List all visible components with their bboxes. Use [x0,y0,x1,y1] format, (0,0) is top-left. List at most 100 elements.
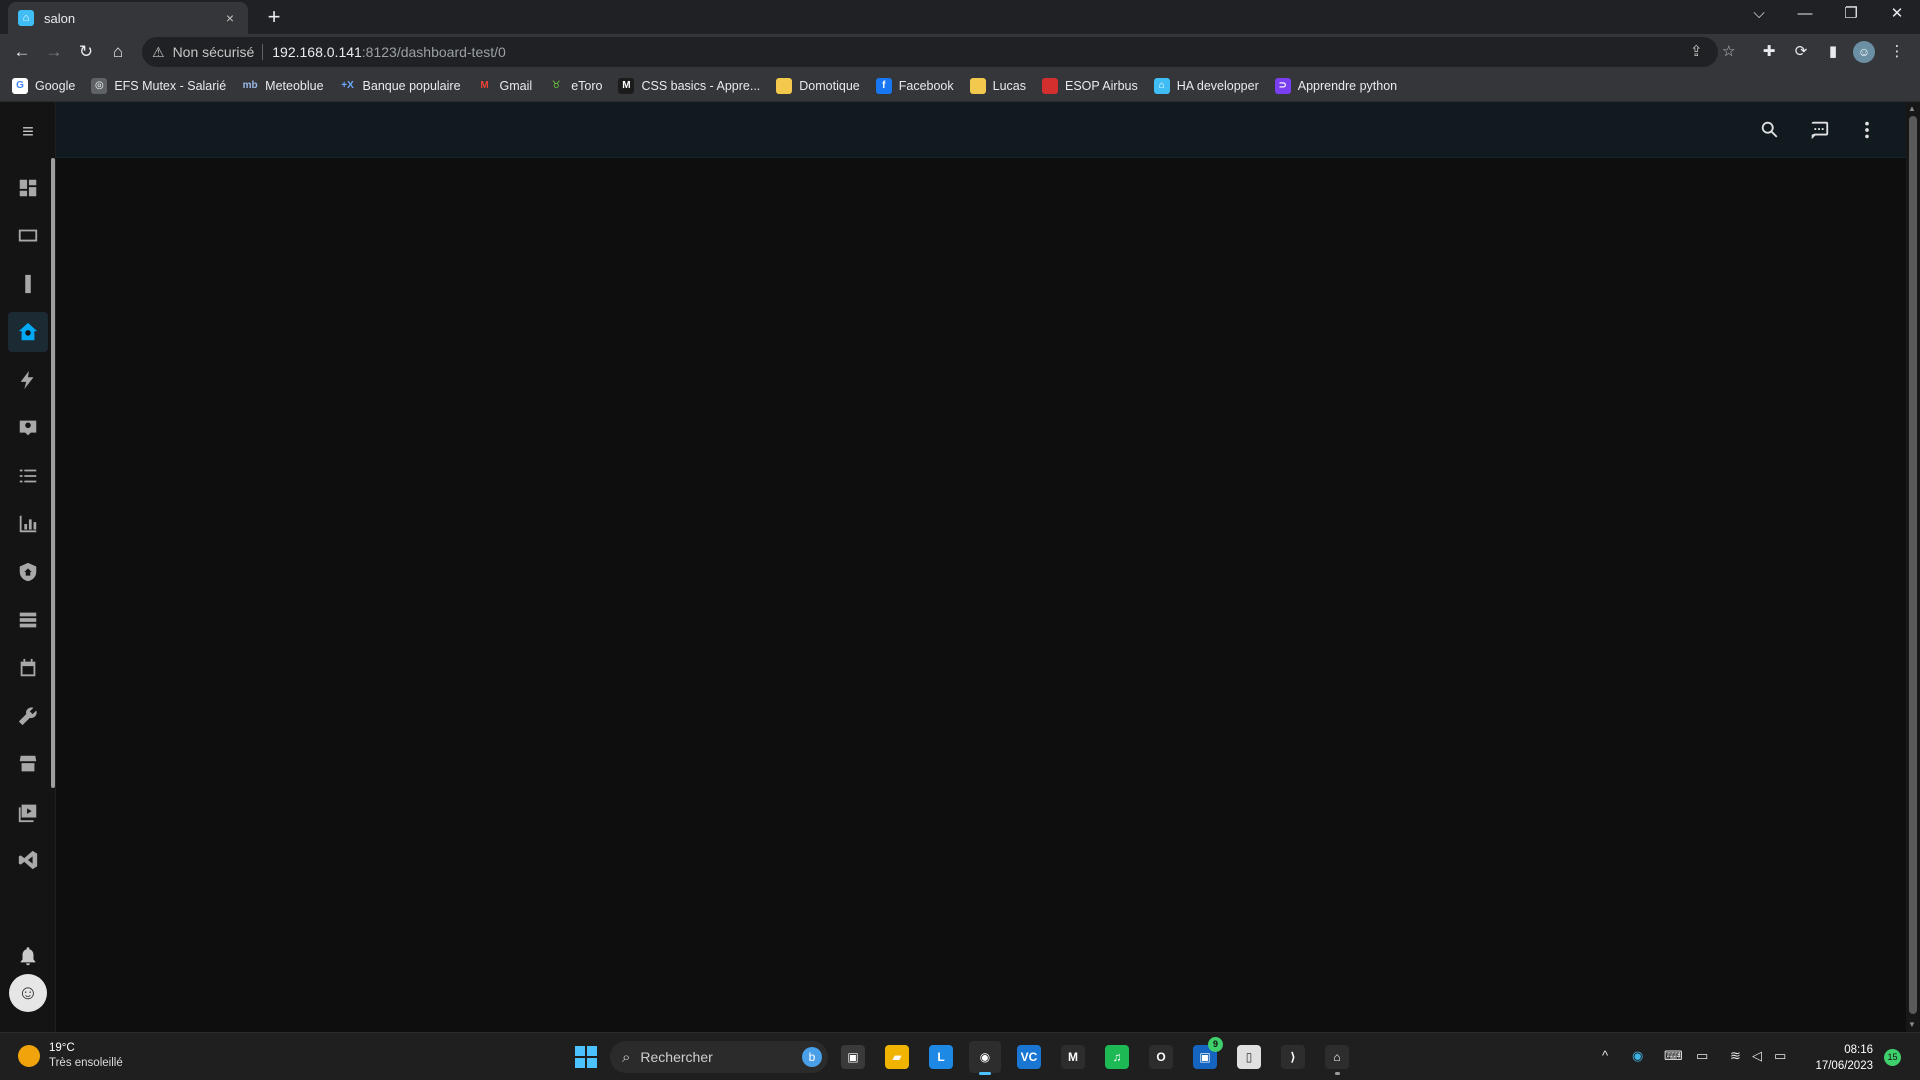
taskbar-app-l[interactable]: L [925,1041,957,1073]
address-bar[interactable]: ⚠ Non sécurisé 192.168.0.141:8123/dashbo… [142,37,1718,67]
browser-toolbar: ← → ↻ ⌂ ⚠ Non sécurisé 192.168.0.141:812… [0,34,1920,70]
tab-search-button[interactable]: ⌵ [1736,0,1782,30]
taskbar-gmail[interactable]: M [1057,1041,1089,1073]
page-scrollbar[interactable]: ▲ ▼ [1906,102,1920,1032]
taskbar-vscode[interactable]: ⟩ [1277,1041,1309,1073]
warning-icon[interactable]: ⚠ [152,44,165,61]
sidebar-item-vscode[interactable] [8,840,48,880]
new-tab-button[interactable]: + [260,4,288,32]
taskbar-teams[interactable]: ▣ 9 [1189,1037,1223,1073]
security-label[interactable]: Non sécurisé [173,44,255,60]
extensions-icon[interactable]: ✚ [1756,39,1782,65]
home-button[interactable]: ⌂ [104,38,132,66]
bookmark-item[interactable]: +X Banque populaire [339,77,461,94]
profile-avatar[interactable]: ☺ [1853,41,1875,63]
sidebar-item-media[interactable] [8,792,48,832]
sidebar-item-dashboard-tv[interactable] [8,216,48,256]
bing-icon[interactable]: b [802,1047,822,1067]
reload-button[interactable]: ↻ [72,38,100,66]
bookmark-item[interactable]: M Gmail [476,77,533,94]
start-button[interactable] [570,1041,602,1073]
bookmark-label: Gmail [499,78,533,93]
tab-close-icon[interactable]: × [222,10,238,26]
sidebar-item-dashboard-test[interactable] [8,312,48,352]
sidebar-item-energy[interactable] [8,360,48,400]
menu-icon[interactable]: ≡ [14,118,42,146]
close-window-button[interactable]: ✕ [1874,0,1920,30]
search-icon[interactable] [1756,116,1784,144]
taskbar-task-view[interactable]: ▣ [837,1041,869,1073]
sidebar-item-dashboard-remote[interactable] [8,264,48,304]
tab-title: salon [44,10,76,26]
user-avatar[interactable]: ☺ [9,974,47,1012]
bookmark-item[interactable]: ◎ EFS Mutex - Salarié [91,77,226,94]
assist-icon[interactable] [1805,116,1833,144]
sidebar-item-map[interactable] [8,408,48,448]
sidebar-item-servers[interactable] [8,600,48,640]
weather-widget[interactable]: 19°C Très ensoleillé [18,1041,123,1071]
clock[interactable]: 08:16 17/06/2023 [1805,1042,1873,1074]
weather-temperature: 19°C [49,1042,75,1054]
notification-badge[interactable]: 15 [1884,1049,1901,1066]
tray-app-icon[interactable]: ◉ [1632,1048,1643,1064]
taskbar-app-vc[interactable]: VC [1013,1041,1045,1073]
taskbar-chrome[interactable]: ◉ [969,1041,1001,1075]
back-button[interactable]: ← [8,38,36,66]
sidebar-item-developer-tools[interactable] [8,696,48,736]
bookmark-item[interactable]: ▬ ESOP Airbus [1042,77,1138,94]
app-l-icon: L [929,1045,953,1069]
taskbar-notepad[interactable]: ▯ [1233,1041,1265,1073]
taskbar-spotify[interactable]: ♫ [1101,1041,1133,1073]
bookmark-star-icon[interactable]: ☆ [1722,42,1735,60]
scroll-up-icon[interactable]: ▲ [1908,104,1916,113]
sidebar-scrollbar[interactable] [51,158,55,788]
scrollbar-thumb[interactable] [1909,116,1917,1014]
scroll-down-icon[interactable]: ▼ [1908,1020,1916,1029]
keyboard-icon[interactable]: ⌨ [1664,1048,1683,1064]
sidebar-item-logbook[interactable] [8,456,48,496]
taskbar-home-assistant[interactable]: ⌂ [1321,1041,1353,1075]
bookmark-item[interactable]: G Google [12,77,75,94]
bookmark-favicon-icon: M [476,77,493,94]
sidebar-item-calendar[interactable] [8,648,48,688]
sidebar-item-overview[interactable] [8,168,48,208]
bookmark-label: Banque populaire [362,78,461,93]
browser-tab-salon[interactable]: ⌂ salon × [8,2,248,34]
side-panel-icon[interactable]: ▮ [1820,39,1846,65]
display-icon[interactable]: ▭ [1696,1048,1708,1064]
forward-button[interactable]: → [40,38,68,66]
minimize-button[interactable]: — [1782,0,1828,30]
app-badge: 9 [1208,1037,1223,1052]
running-indicator [1335,1072,1340,1075]
sidebar-item-hacs[interactable] [8,744,48,784]
sidebar-item-history[interactable] [8,504,48,544]
notifications-bell-icon[interactable] [8,936,48,976]
bookmark-item[interactable]: ⊃ Apprendre python [1274,77,1398,94]
bookmark-item[interactable]: ▮ Lucas [969,77,1026,94]
bookmark-item[interactable]: f Facebook [875,77,954,94]
bookmark-label: Apprendre python [1297,78,1398,93]
share-icon[interactable]: ⇪ [1690,42,1703,60]
home-assistant-app: ≡ ☺ ▲ ▼ [0,102,1920,1032]
dots-vertical-icon[interactable] [1853,116,1881,144]
tray-overflow-icon[interactable]: ^ [1602,1048,1608,1063]
volume-icon[interactable]: ◁ [1752,1048,1762,1064]
bookmark-item[interactable]: ⌂ HA developper [1153,77,1259,94]
sidebar-item-alarm[interactable] [8,552,48,592]
taskbar-file-explorer[interactable]: ▰ [881,1041,913,1073]
taskbar-opera[interactable]: O [1145,1041,1177,1073]
taskbar-search[interactable]: ⌕ Rechercher b [610,1041,828,1073]
clock-time: 08:16 [1844,1044,1873,1056]
bookmark-item[interactable]: ▮ Domotique [776,77,860,94]
url-host: 192.168.0.141 [272,44,362,60]
wifi-icon[interactable]: ≋ [1730,1048,1741,1064]
restore-button[interactable]: ❐ [1828,0,1874,30]
chrome-menu-icon[interactable]: ⋮ [1884,39,1910,65]
bookmark-item[interactable]: ♉ eToro [548,77,602,94]
home-assistant-favicon-icon: ⌂ [18,10,34,26]
bookmark-item[interactable]: mb Meteoblue [242,77,324,94]
wrench-icon [18,707,37,726]
bookmark-item[interactable]: M CSS basics - Appre... [618,77,760,94]
sync-icon[interactable]: ⟳ [1788,39,1814,65]
battery-icon[interactable]: ▭ [1774,1048,1786,1064]
